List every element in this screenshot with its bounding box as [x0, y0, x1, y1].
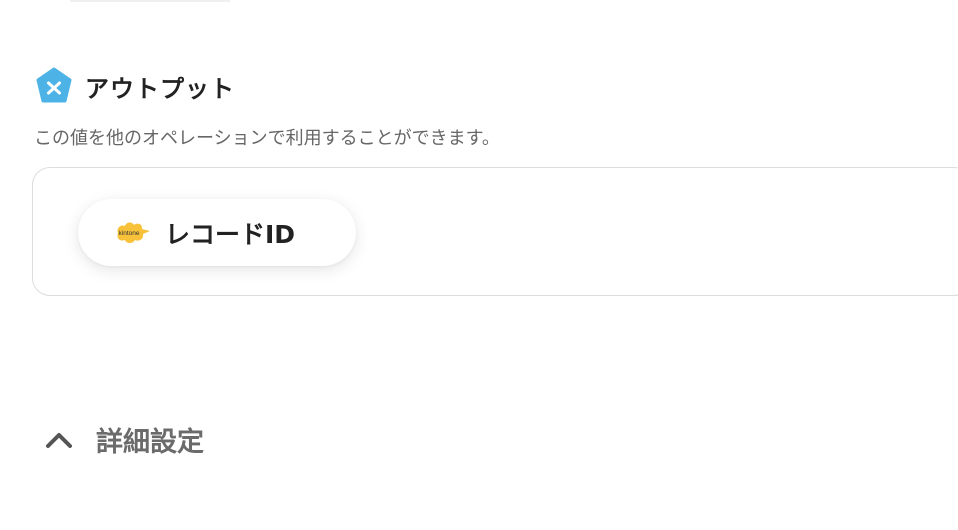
- output-chip-label: レコードID: [165, 219, 296, 249]
- advanced-settings-toggle[interactable]: 詳細設定: [44, 420, 204, 459]
- output-section-description: この値を他のオペレーションで利用することができます。: [34, 128, 500, 149]
- top-divider: [70, 0, 230, 2]
- output-chip-record-id[interactable]: kintone レコードID: [78, 199, 356, 266]
- chevron-up-icon: [46, 432, 72, 448]
- kintone-icon: kintone: [117, 221, 150, 243]
- advanced-settings-label: 詳細設定: [96, 427, 204, 458]
- page: アウトプット この値を他のオペレーションで利用することができます。 kinton…: [0, 0, 958, 530]
- variable-x-pentagon-icon: [36, 67, 72, 103]
- output-section-title: アウトプット: [85, 74, 235, 103]
- output-section-header: アウトプット: [35, 67, 235, 105]
- svg-text:kintone: kintone: [119, 230, 140, 237]
